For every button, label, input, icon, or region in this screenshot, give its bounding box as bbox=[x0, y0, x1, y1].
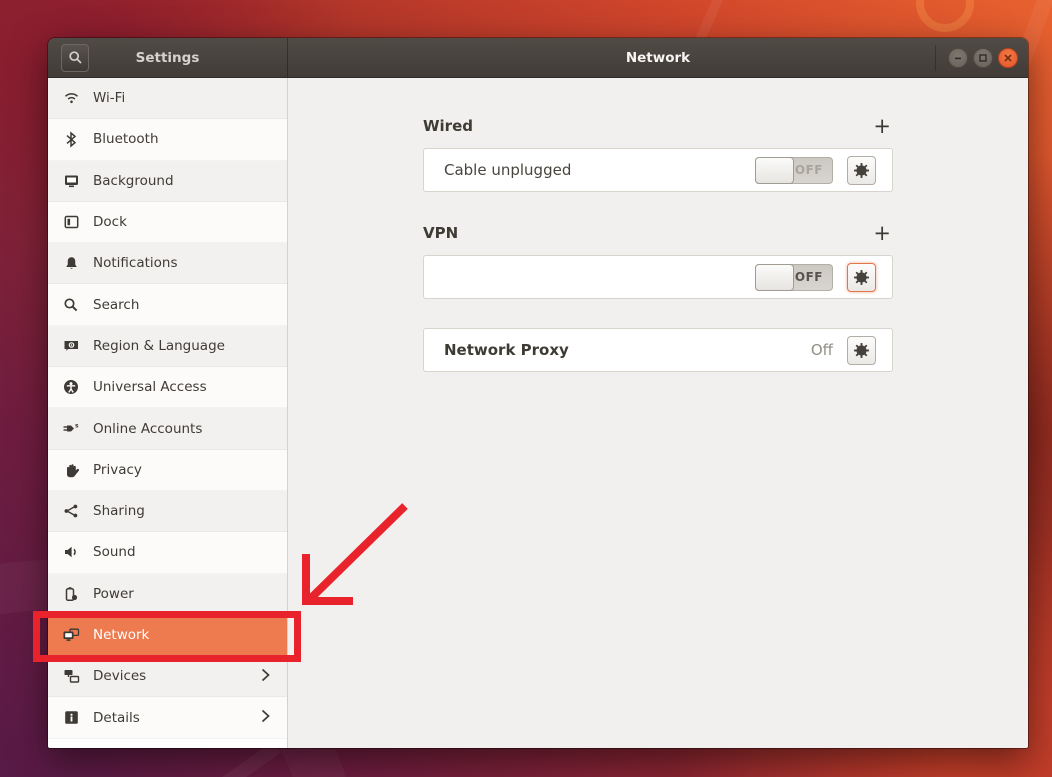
bluetooth-icon bbox=[61, 130, 81, 148]
network-panel: Wired + Cable unplugged OFF bbox=[288, 78, 1028, 748]
hand-icon bbox=[61, 461, 81, 479]
gear-icon bbox=[853, 342, 870, 359]
sidebar-item-region-language[interactable]: Region & Language bbox=[48, 326, 287, 367]
accessibility-icon bbox=[61, 378, 81, 396]
network-displays-icon bbox=[61, 626, 81, 644]
sidebar-item-notifications[interactable]: Notifications bbox=[48, 243, 287, 284]
toggle-knob bbox=[755, 157, 794, 184]
minimize-button[interactable] bbox=[948, 48, 968, 68]
search-button[interactable] bbox=[61, 44, 89, 72]
sidebar-item-label: Background bbox=[93, 173, 174, 189]
sidebar-item-wifi[interactable]: Wi-Fi bbox=[48, 78, 287, 119]
language-flag-icon bbox=[61, 337, 81, 355]
sidebar-item-label: Wi-Fi bbox=[93, 90, 125, 106]
sidebar-item-bluetooth[interactable]: Bluetooth bbox=[48, 119, 287, 160]
sidebar-item-label: Network bbox=[93, 627, 149, 643]
bell-icon bbox=[61, 254, 81, 272]
sidebar-item-label: Notifications bbox=[93, 255, 178, 271]
sidebar-item-label: Sharing bbox=[93, 503, 145, 519]
sidebar-item-network[interactable]: Network bbox=[48, 615, 287, 656]
background-icon bbox=[61, 172, 81, 190]
vpn-section-header: VPN + bbox=[423, 224, 893, 242]
window-body: Wi-Fi Bluetooth Background bbox=[48, 78, 1028, 748]
wired-status-label: Cable unplugged bbox=[444, 161, 571, 179]
sidebar-item-details[interactable]: Details bbox=[48, 697, 287, 738]
sidebar-item-privacy[interactable]: Privacy bbox=[48, 450, 287, 491]
sidebar-item-search[interactable]: Search bbox=[48, 284, 287, 325]
sidebar-item-label: Sound bbox=[93, 544, 136, 560]
proxy-status-text: Off bbox=[811, 341, 833, 359]
magnifier-icon bbox=[61, 296, 81, 314]
window-controls bbox=[935, 38, 1018, 78]
svg-text:s: s bbox=[75, 423, 79, 430]
sidebar-item-devices[interactable]: Devices bbox=[48, 656, 287, 697]
sidebar-item-dock[interactable]: Dock bbox=[48, 202, 287, 243]
maximize-button[interactable] bbox=[973, 48, 993, 68]
gear-icon bbox=[853, 269, 870, 286]
titlebar-main-section: Network bbox=[288, 38, 1028, 77]
sidebar-item-label: Power bbox=[93, 586, 134, 602]
wired-toggle-switch[interactable]: OFF bbox=[755, 157, 833, 184]
window-controls-separator bbox=[935, 45, 936, 71]
speaker-icon bbox=[61, 543, 81, 561]
chevron-right-icon bbox=[261, 708, 270, 727]
info-icon bbox=[61, 709, 81, 727]
sidebar-item-label: Details bbox=[93, 710, 140, 726]
vpn-settings-button[interactable] bbox=[847, 263, 876, 292]
wallpaper-ring-shape bbox=[916, 0, 974, 32]
dock-icon bbox=[61, 213, 81, 231]
devices-icon bbox=[61, 667, 81, 685]
titlebar: Settings Network bbox=[48, 38, 1028, 78]
vpn-section-title: VPN bbox=[423, 224, 458, 242]
network-proxy-card: Network Proxy Off bbox=[423, 328, 893, 372]
gear-icon bbox=[853, 162, 870, 179]
chevron-right-icon bbox=[261, 667, 270, 686]
sidebar-item-label: Region & Language bbox=[93, 338, 225, 354]
proxy-settings-button[interactable] bbox=[847, 336, 876, 365]
sidebar-item-sound[interactable]: Sound bbox=[48, 532, 287, 573]
toggle-off-label: OFF bbox=[795, 270, 823, 284]
share-nodes-icon bbox=[61, 502, 81, 520]
wired-section-title: Wired bbox=[423, 117, 473, 135]
vpn-connection-card: OFF bbox=[423, 255, 893, 299]
sidebar-item-label: Devices bbox=[93, 668, 146, 684]
add-wired-connection-button[interactable]: + bbox=[871, 118, 893, 134]
settings-window: Settings Network bbox=[48, 38, 1028, 748]
wired-settings-button[interactable] bbox=[847, 156, 876, 185]
close-button[interactable] bbox=[998, 48, 1018, 68]
battery-icon bbox=[61, 585, 81, 603]
sidebar-item-label: Bluetooth bbox=[93, 131, 159, 147]
add-vpn-button[interactable]: + bbox=[871, 225, 893, 241]
titlebar-sidebar-section: Settings bbox=[48, 38, 288, 77]
settings-sidebar: Wi-Fi Bluetooth Background bbox=[48, 78, 288, 748]
minimize-icon bbox=[953, 53, 963, 63]
sidebar-item-universal-access[interactable]: Universal Access bbox=[48, 367, 287, 408]
wired-section-header: Wired + bbox=[423, 117, 893, 135]
sidebar-item-label: Dock bbox=[93, 214, 127, 230]
wired-connection-card: Cable unplugged OFF bbox=[423, 148, 893, 192]
wifi-icon bbox=[61, 89, 81, 107]
sidebar-item-power[interactable]: Power bbox=[48, 574, 287, 615]
desktop-wallpaper: Settings Network bbox=[0, 0, 1052, 777]
sidebar-item-label: Search bbox=[93, 297, 139, 313]
sidebar-item-online-accounts[interactable]: s Online Accounts bbox=[48, 408, 287, 449]
toggle-off-label: OFF bbox=[795, 163, 823, 177]
search-icon bbox=[68, 50, 83, 65]
sidebar-item-label: Online Accounts bbox=[93, 421, 202, 437]
close-icon bbox=[1003, 53, 1013, 63]
sidebar-item-label: Privacy bbox=[93, 462, 142, 478]
sidebar-item-background[interactable]: Background bbox=[48, 161, 287, 202]
network-proxy-label: Network Proxy bbox=[444, 341, 569, 359]
sidebar-item-sharing[interactable]: Sharing bbox=[48, 491, 287, 532]
vpn-toggle-switch[interactable]: OFF bbox=[755, 264, 833, 291]
page-title: Network bbox=[288, 50, 1028, 66]
maximize-icon bbox=[978, 53, 988, 63]
plug-icon: s bbox=[61, 420, 81, 438]
sidebar-item-label: Universal Access bbox=[93, 379, 207, 395]
toggle-knob bbox=[755, 264, 794, 291]
